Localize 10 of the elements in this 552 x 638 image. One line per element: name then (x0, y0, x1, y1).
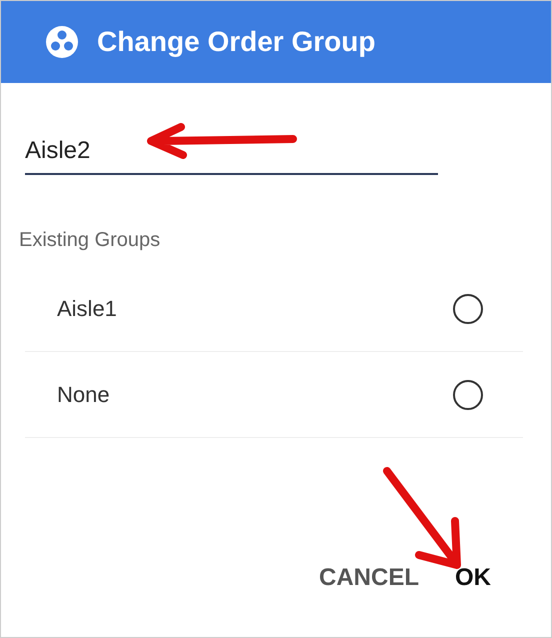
section-label: Existing Groups (19, 229, 162, 252)
dialog-title: Change Order Group (97, 26, 376, 58)
ok-button[interactable]: OK (447, 558, 499, 598)
radio-button[interactable] (453, 294, 483, 324)
group-icon (45, 25, 79, 59)
cancel-button[interactable]: CANCEL (311, 558, 427, 598)
radio-button[interactable] (453, 380, 483, 410)
group-option[interactable]: None (25, 352, 523, 438)
group-option[interactable]: Aisle1 (25, 266, 523, 352)
input-field[interactable]: Aisle2 (25, 133, 438, 175)
